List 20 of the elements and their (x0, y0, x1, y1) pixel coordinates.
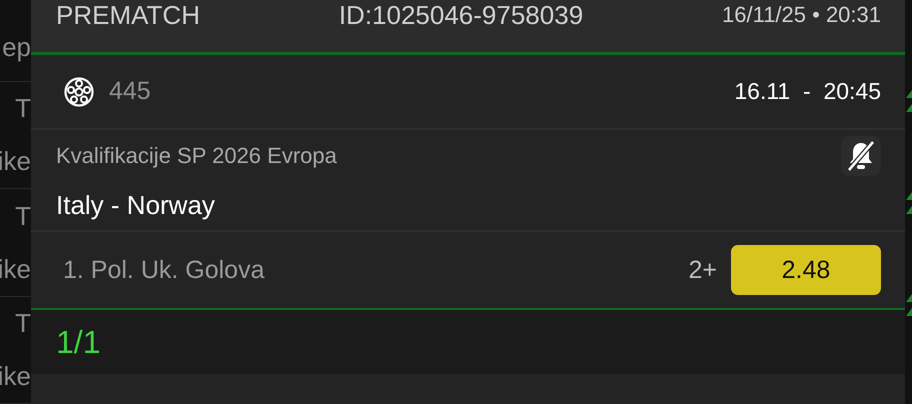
row-subtitle: ep (2, 34, 31, 60)
bet-pick: 2+ (688, 256, 717, 284)
bet-market: 1. Pol. Uk. Golova (63, 256, 264, 284)
ticket-type: PREMATCH (56, 0, 200, 30)
ticket-id: ID:1025046-9758039 (338, 0, 584, 30)
arrow-icon (906, 292, 912, 316)
row-title: T (15, 202, 31, 229)
event-start: 16.11 - 20:45 (734, 78, 881, 105)
arrow-icon (906, 190, 912, 214)
bell-off-button[interactable] (841, 136, 881, 176)
page-counter: 1/1 (56, 324, 100, 360)
row-title: T (15, 310, 31, 336)
odds-button[interactable]: 2.48 (731, 245, 881, 295)
arrow-icon (906, 88, 912, 112)
event-code: 445 (109, 77, 151, 106)
match-name: Italy - Norway (56, 190, 216, 221)
row-title: T (15, 95, 31, 122)
ticket-datetime: 16/11/25 • 20:31 (722, 1, 881, 29)
soccer-ball-icon (63, 76, 95, 108)
league-name: Kvalifikacije SP 2026 Evropa (56, 143, 337, 169)
